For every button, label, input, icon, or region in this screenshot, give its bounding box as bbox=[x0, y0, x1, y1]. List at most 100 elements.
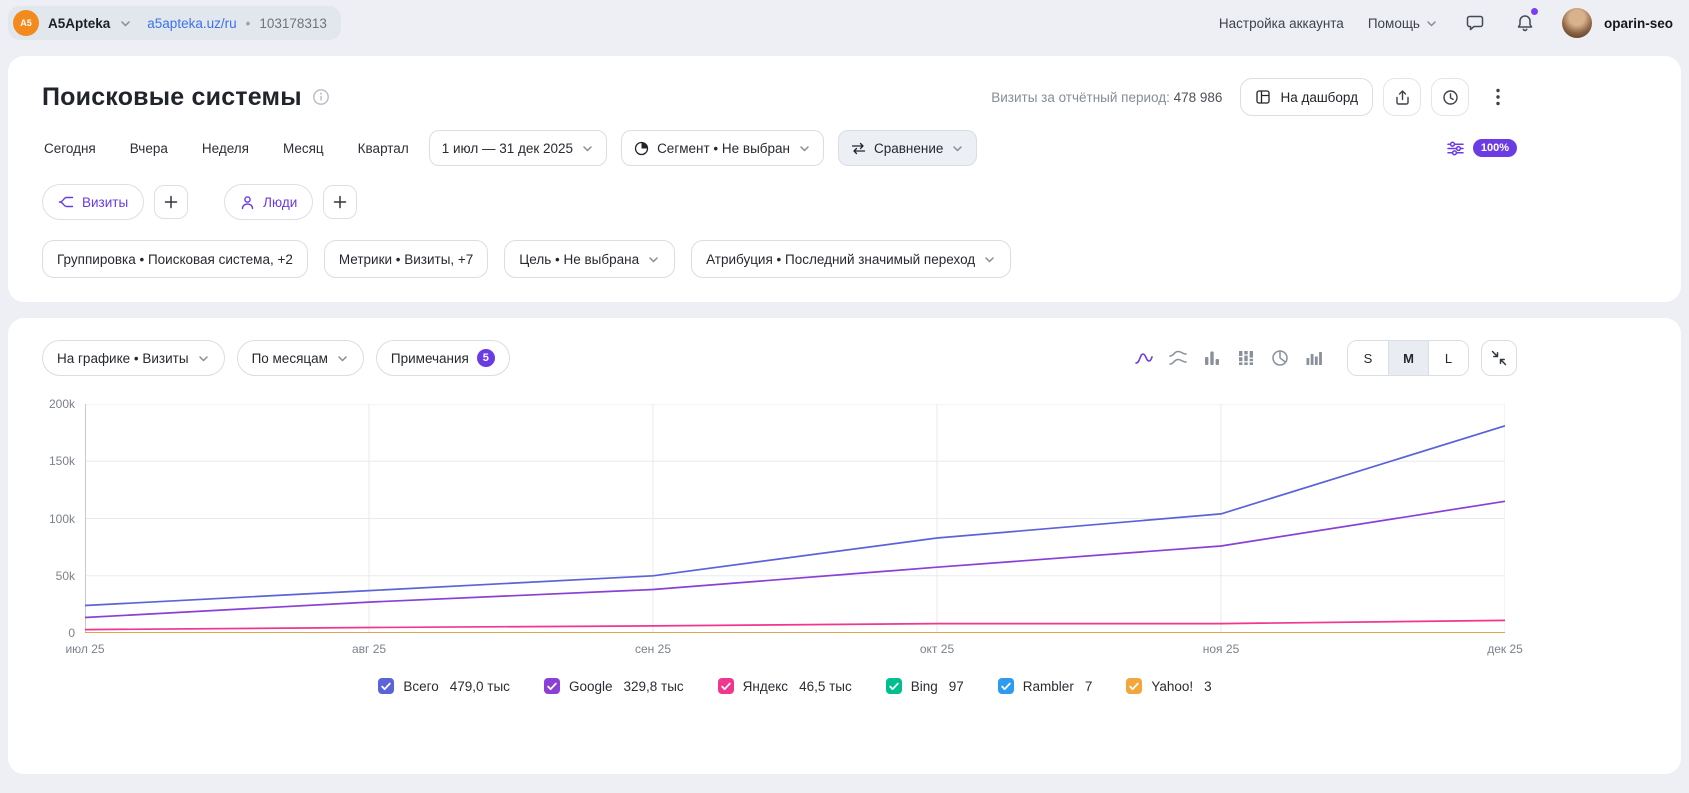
size-option-s[interactable]: S bbox=[1348, 341, 1388, 375]
chevron-down-icon bbox=[197, 352, 210, 365]
filter-pill-1[interactable]: Группировка • Поисковая система, +2 bbox=[42, 240, 308, 278]
filter-pill-label: Группировка • Поисковая система, +2 bbox=[57, 252, 293, 267]
collapse-chart-button[interactable] bbox=[1481, 340, 1517, 376]
check-icon bbox=[547, 682, 557, 691]
period-tab-2[interactable]: Вчера bbox=[128, 133, 170, 164]
report-header-row: Поисковые системы Визиты за отчётный пер… bbox=[42, 78, 1517, 116]
segment-selector[interactable]: Сегмент • Не выбран bbox=[621, 130, 824, 166]
y-tick-label: 100k bbox=[49, 512, 75, 526]
account-name: A5Apteka bbox=[48, 16, 110, 31]
notes-button[interactable]: Примечания 5 bbox=[376, 340, 510, 376]
legend-checkbox-yahoo[interactable] bbox=[1126, 678, 1142, 694]
people-icon bbox=[240, 195, 255, 210]
legend-checkbox-yandex[interactable] bbox=[718, 678, 734, 694]
filter-pill-4[interactable]: Атрибуция • Последний значимый переход bbox=[691, 240, 1011, 278]
period-tab-4[interactable]: Месяц bbox=[281, 133, 326, 164]
histogram-chart-type-button[interactable] bbox=[1297, 341, 1331, 375]
separator-dot: • bbox=[246, 16, 251, 31]
add-metric-button[interactable] bbox=[154, 185, 188, 219]
legend-item-rambler[interactable]: Rambler7 bbox=[998, 678, 1093, 694]
y-tick-label: 200k bbox=[49, 397, 75, 411]
bar-chart-type-button[interactable] bbox=[1195, 341, 1229, 375]
legend-item-yandex[interactable]: Яндекс46,5 тыс bbox=[718, 678, 852, 694]
granularity-selector[interactable]: По месяцам bbox=[237, 340, 364, 376]
comparison-selector[interactable]: Сравнение bbox=[838, 130, 977, 166]
size-option-m[interactable]: M bbox=[1388, 341, 1428, 375]
more-menu-button[interactable] bbox=[1479, 78, 1517, 116]
info-icon[interactable] bbox=[312, 88, 330, 106]
line-chart-type-button[interactable] bbox=[1127, 341, 1161, 375]
sampling-control[interactable]: 100% bbox=[1446, 139, 1517, 158]
legend-checkbox-rambler[interactable] bbox=[998, 678, 1014, 694]
notification-dot bbox=[1531, 8, 1538, 15]
bar-chart-icon bbox=[1202, 348, 1222, 368]
counter-id: 103178313 bbox=[259, 16, 327, 31]
legend-checkbox-bing[interactable] bbox=[886, 678, 902, 694]
check-icon bbox=[889, 682, 899, 691]
granularity-label: По месяцам bbox=[252, 351, 328, 366]
segment-label: Сегмент • Не выбран bbox=[657, 141, 790, 156]
legend-series-value: 7 bbox=[1085, 679, 1093, 694]
chevron-down-icon bbox=[119, 17, 132, 30]
comparison-label: Сравнение bbox=[874, 141, 943, 156]
metric-chips-row: Визиты Люди bbox=[42, 184, 1647, 220]
size-option-l[interactable]: L bbox=[1428, 341, 1468, 375]
period-tab-1[interactable]: Сегодня bbox=[42, 133, 98, 164]
legend-series-name: Google bbox=[569, 679, 613, 694]
to-dashboard-label: На дашборд bbox=[1280, 90, 1358, 105]
user-avatar[interactable] bbox=[1562, 8, 1592, 38]
stacked-bar-icon bbox=[1236, 348, 1256, 368]
date-range-picker[interactable]: 1 июл — 31 дек 2025 bbox=[429, 130, 607, 166]
feedback-chat-button[interactable] bbox=[1462, 10, 1488, 36]
legend-item-yahoo[interactable]: Yahoo!3 bbox=[1126, 678, 1211, 694]
period-tab-5[interactable]: Квартал bbox=[356, 133, 411, 164]
legend-checkbox-total[interactable] bbox=[378, 678, 394, 694]
to-dashboard-button[interactable]: На дашборд bbox=[1240, 78, 1373, 116]
account-settings-link[interactable]: Настройка аккаунта bbox=[1219, 16, 1344, 31]
legend-series-value: 3 bbox=[1204, 679, 1212, 694]
size-toggle: SML bbox=[1347, 340, 1469, 376]
sampling-icon bbox=[1446, 139, 1465, 158]
chart-plot: июл 25авг 25сен 25окт 25ноя 25дек 25 bbox=[85, 404, 1505, 660]
filter-pill-2[interactable]: Метрики • Визиты, +7 bbox=[324, 240, 488, 278]
visits-metric-chip[interactable]: Визиты bbox=[42, 184, 144, 220]
share-icon bbox=[1394, 89, 1411, 106]
stacked-line-chart-type-button[interactable] bbox=[1161, 341, 1195, 375]
visits-chip-label: Визиты bbox=[82, 195, 128, 210]
period-tab-3[interactable]: Неделя bbox=[200, 133, 251, 164]
help-menu[interactable]: Помощь bbox=[1368, 16, 1438, 31]
legend-item-google[interactable]: Google329,8 тыс bbox=[544, 678, 684, 694]
x-tick-label: ноя 25 bbox=[1203, 642, 1239, 656]
segment-icon bbox=[634, 141, 649, 156]
graph-metric-label: На графике • Визиты bbox=[57, 351, 189, 366]
chart-svg[interactable] bbox=[85, 404, 1505, 633]
add-people-metric-button[interactable] bbox=[323, 185, 357, 219]
filter-pill-label: Метрики • Визиты, +7 bbox=[339, 252, 473, 267]
legend-item-total[interactable]: Всего479,0 тыс bbox=[378, 678, 510, 694]
filter-pill-label: Цель • Не выбрана bbox=[519, 252, 639, 267]
filter-pill-3[interactable]: Цель • Не выбрана bbox=[504, 240, 675, 278]
site-link[interactable]: a5apteka.uz/ru bbox=[147, 16, 236, 31]
chevron-down-icon bbox=[798, 142, 811, 155]
legend-series-name: Всего bbox=[403, 679, 438, 694]
legend-series-name: Bing bbox=[911, 679, 938, 694]
stacked-bar-chart-type-button[interactable] bbox=[1229, 341, 1263, 375]
legend-checkbox-google[interactable] bbox=[544, 678, 560, 694]
topbar-actions: Настройка аккаунта Помощь oparin-seo bbox=[1219, 8, 1673, 38]
period-toolbar: Сегодня Вчера Неделя Месяц Квартал 1 июл — 3… bbox=[42, 130, 1517, 166]
export-button[interactable] bbox=[1383, 78, 1421, 116]
pie-chart-type-button[interactable] bbox=[1263, 341, 1297, 375]
notifications-button[interactable] bbox=[1512, 10, 1538, 36]
chevron-down-icon bbox=[336, 352, 349, 365]
legend-item-bing[interactable]: Bing97 bbox=[886, 678, 964, 694]
people-metric-chip[interactable]: Люди bbox=[224, 184, 313, 220]
y-tick-label: 150k bbox=[49, 454, 75, 468]
y-axis-labels: 050k100k150k200k bbox=[42, 404, 85, 633]
x-tick-label: сен 25 bbox=[635, 642, 671, 656]
graph-metric-selector[interactable]: На графике • Визиты bbox=[42, 340, 225, 376]
counter-switcher[interactable]: A5 A5Apteka a5apteka.uz/ru • 103178313 bbox=[8, 6, 341, 40]
kebab-icon bbox=[1496, 88, 1500, 106]
history-button[interactable] bbox=[1431, 78, 1469, 116]
compare-icon bbox=[851, 141, 866, 156]
chart-area: 050k100k150k200k июл 25авг 25сен 25окт 2… bbox=[42, 404, 1647, 660]
